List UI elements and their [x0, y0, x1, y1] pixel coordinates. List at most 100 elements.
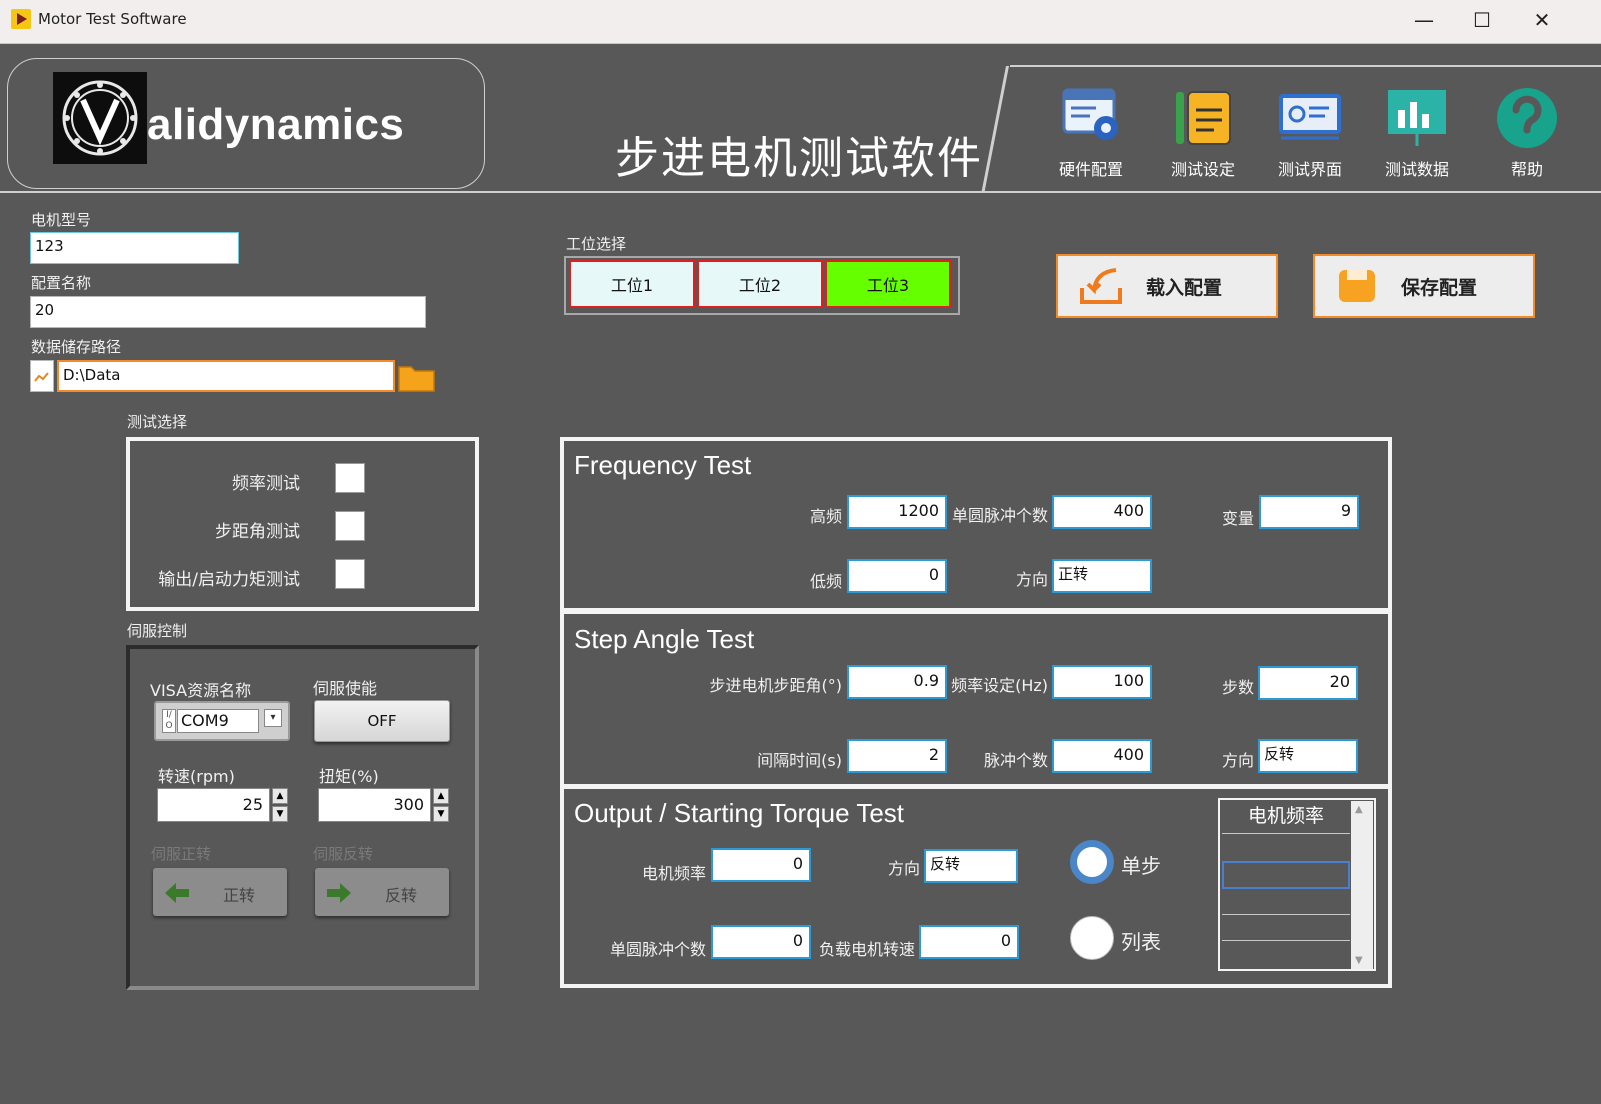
station-tab-3[interactable]: 工位3: [825, 260, 951, 308]
nav-test-interface[interactable]: 测试界面: [1264, 86, 1356, 186]
config-name-input[interactable]: 20: [30, 296, 426, 328]
close-button[interactable]: ✕: [1513, 0, 1571, 40]
nav-label: 测试数据: [1384, 160, 1449, 179]
servo-reverse-label: 伺服反转: [313, 845, 374, 863]
scroll-down-icon[interactable]: ▼: [1355, 955, 1363, 966]
nav-test-settings[interactable]: 测试设定: [1157, 86, 1249, 186]
motor-model-input[interactable]: 123: [30, 232, 239, 264]
freq-set-input[interactable]: 100: [1052, 665, 1152, 699]
low-freq-input[interactable]: 0: [847, 559, 947, 593]
arrow-left-icon: [165, 883, 189, 903]
nav-help[interactable]: 帮助: [1481, 86, 1573, 186]
load-config-button[interactable]: 载入配置: [1056, 254, 1278, 318]
pulses-per-rev-input[interactable]: 400: [1052, 495, 1152, 529]
list-scrollbar[interactable]: [1351, 801, 1373, 969]
test-select-label: 测试选择: [127, 413, 188, 431]
torque-input[interactable]: 300: [318, 788, 431, 822]
high-freq-input[interactable]: 1200: [847, 495, 947, 529]
frequency-test-checkbox[interactable]: [335, 463, 365, 493]
pulses-per-rev-label: 单圆脉冲个数: [951, 506, 1048, 525]
save-config-button[interactable]: 保存配置: [1313, 254, 1535, 318]
nav-test-data[interactable]: 测试数据: [1371, 86, 1463, 186]
nav-hardware-config[interactable]: 硬件配置: [1045, 86, 1137, 186]
pulse-count-input[interactable]: 400: [1052, 739, 1152, 773]
minimize-button[interactable]: —: [1395, 0, 1453, 40]
station-tab-1[interactable]: 工位1: [569, 260, 695, 308]
step-angle-input[interactable]: 0.9: [847, 665, 947, 699]
list-row[interactable]: [1222, 861, 1350, 889]
interval-input[interactable]: 2: [847, 739, 947, 773]
data-path-input[interactable]: D:\Data: [57, 360, 395, 392]
test-data-icon: [1382, 86, 1452, 150]
step-angle-label: 步进电机步距角(°): [709, 676, 843, 695]
motor-model-label: 电机型号: [31, 211, 92, 229]
speed-decrement-icon[interactable]: ▼: [272, 806, 288, 822]
hardware-config-icon: [1056, 86, 1126, 150]
variable-input[interactable]: 9: [1259, 495, 1359, 529]
freq-direction-field[interactable]: 正转: [1052, 559, 1152, 593]
torque-pulses-input[interactable]: 0: [711, 925, 811, 959]
save-icon: [1339, 270, 1375, 302]
config-name-label: 配置名称: [31, 274, 92, 292]
scroll-up-icon[interactable]: ▲: [1355, 804, 1363, 815]
step-angle-test-label: 步距角测试: [215, 522, 300, 542]
servo-forward-label: 伺服正转: [151, 845, 212, 863]
nav-label: 硬件配置: [1058, 160, 1123, 179]
list-header: 电机频率: [1247, 805, 1324, 827]
list-divider: [1222, 833, 1350, 834]
servo-enable-toggle[interactable]: OFF: [314, 700, 450, 742]
io-icon: I/O: [162, 709, 176, 733]
servo-reverse-button[interactable]: 反转: [315, 868, 449, 916]
interval-label: 间隔时间(s): [757, 751, 842, 770]
torque-increment-icon[interactable]: ▲: [433, 788, 449, 804]
torque-direction-field[interactable]: 反转: [924, 849, 1018, 883]
arrow-right-icon: [327, 883, 351, 903]
load-icon: [1080, 268, 1122, 304]
list-row: [1222, 914, 1350, 915]
logo-text: alidynamics: [147, 100, 405, 149]
steps-input[interactable]: 20: [1258, 666, 1358, 700]
window-title: Motor Test Software: [38, 10, 187, 28]
load-config-label: 载入配置: [1146, 276, 1223, 299]
frequency-test-label: 频率测试: [232, 474, 300, 494]
step-angle-test-checkbox[interactable]: [335, 511, 365, 541]
visa-label: VISA资源名称: [150, 681, 252, 700]
step-direction-label: 方向: [1221, 751, 1254, 770]
torque-test-checkbox[interactable]: [335, 559, 365, 589]
torque-label: 扭矩(%): [319, 767, 379, 786]
steps-label: 步数: [1221, 678, 1254, 697]
freq-direction-label: 方向: [1015, 570, 1048, 589]
high-freq-label: 高频: [809, 507, 842, 526]
frequency-test-title: Frequency Test: [574, 450, 752, 480]
folder-icon[interactable]: [398, 362, 436, 392]
title-bar: Motor Test Software — ☐ ✕: [0, 0, 1601, 44]
step-direction-field[interactable]: 反转: [1258, 739, 1358, 773]
speed-increment-icon[interactable]: ▲: [272, 788, 288, 804]
nav-divider: [981, 66, 1009, 193]
maximize-button[interactable]: ☐: [1453, 0, 1511, 40]
pulse-count-label: 脉冲个数: [983, 751, 1048, 770]
dropdown-arrow-icon[interactable]: ▾: [264, 709, 282, 727]
single-step-label: 单步: [1121, 854, 1161, 878]
load-speed-input[interactable]: 0: [919, 925, 1019, 959]
radio-list[interactable]: [1070, 916, 1114, 960]
step-angle-test-title: Step Angle Test: [574, 624, 755, 654]
torque-decrement-icon[interactable]: ▼: [433, 806, 449, 822]
servo-forward-button[interactable]: 正转: [153, 868, 287, 916]
radio-single-step[interactable]: [1070, 840, 1114, 884]
torque-pulses-label: 单圆脉冲个数: [609, 940, 706, 959]
data-path-label: 数据储存路径: [31, 338, 122, 356]
motor-freq-input[interactable]: 0: [711, 848, 811, 882]
variable-label: 变量: [1221, 509, 1254, 528]
path-browse-icon[interactable]: [30, 360, 54, 392]
reverse-button-label: 反转: [385, 886, 418, 905]
list-row: [1222, 940, 1350, 941]
station-tab-2[interactable]: 工位2: [697, 260, 823, 308]
nav-label: 帮助: [1510, 160, 1543, 179]
visa-value: COM9: [177, 709, 259, 733]
nav-label: 测试设定: [1170, 160, 1235, 179]
motor-freq-label: 电机频率: [641, 864, 706, 883]
speed-input[interactable]: 25: [157, 788, 270, 822]
servo-control-label: 伺服控制: [127, 622, 188, 640]
freq-set-label: 频率设定(Hz): [951, 676, 1048, 695]
